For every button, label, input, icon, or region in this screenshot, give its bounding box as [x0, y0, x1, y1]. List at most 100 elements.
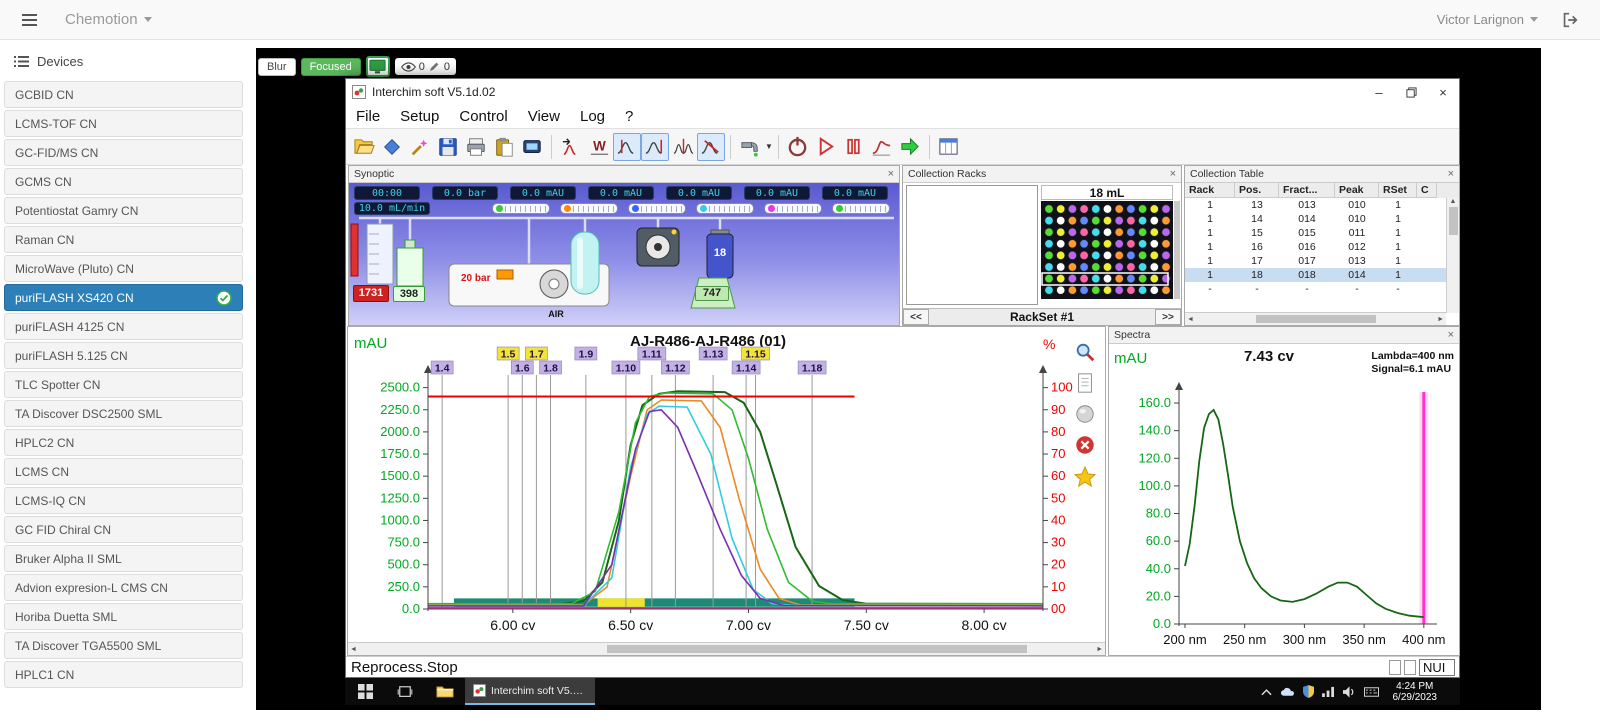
sidebar-item-lcms-tof-cn[interactable]: LCMS-TOF CN	[4, 110, 243, 137]
save-icon[interactable]	[434, 133, 462, 161]
table-row[interactable]: 1160160121	[1185, 240, 1459, 254]
print-icon[interactable]	[462, 133, 490, 161]
peak-split-icon[interactable]	[669, 133, 697, 161]
table-row[interactable]: 1130130101	[1185, 198, 1459, 212]
table-header-pos-[interactable]: Pos.	[1235, 183, 1279, 198]
sidebar-item-puriflash-xs420-cn[interactable]: puriFLASH XS420 CN	[4, 284, 243, 311]
onedrive-cloud-icon[interactable]	[1280, 687, 1295, 697]
sidebar-item-lcms-cn[interactable]: LCMS CN	[4, 458, 243, 485]
report-page-icon[interactable]	[1075, 372, 1095, 394]
brand-dropdown[interactable]: Chemotion	[65, 11, 152, 28]
rackset-next-button[interactable]: >>	[1155, 309, 1181, 325]
network-icon[interactable]	[1322, 686, 1335, 697]
sidebar-item-raman-cn[interactable]: Raman CN	[4, 226, 243, 253]
table-row[interactable]: 1140140101	[1185, 212, 1459, 226]
menu-log[interactable]: Log	[570, 108, 615, 125]
scroll-left-icon[interactable]: ◄	[350, 646, 357, 653]
table-row[interactable]: 1180180141	[1185, 268, 1459, 282]
sidebar-item-hplc1-cn[interactable]: HPLC1 CN	[4, 661, 243, 688]
close-icon[interactable]: ×	[1448, 329, 1454, 341]
sidebar-item-puriflash-5-125-cn[interactable]: puriFLASH 5.125 CN	[4, 342, 243, 369]
touch-keyboard-icon[interactable]	[1364, 687, 1379, 697]
sidebar-item-lcms-iq-cn[interactable]: LCMS-IQ CN	[4, 487, 243, 514]
start-button[interactable]	[345, 678, 385, 705]
peak-delete-icon[interactable]	[697, 133, 725, 161]
prime-dropdown-caret[interactable]: ▼	[765, 142, 773, 151]
delete-icon[interactable]	[1074, 434, 1096, 456]
sidebar-item-gcbid-cn[interactable]: GCBID CN	[4, 81, 243, 108]
spectra-plot[interactable]: 0.020.040.060.080.0100.0120.0140.0160.02…	[1109, 344, 1459, 654]
table-header-peak[interactable]: Peak	[1335, 183, 1379, 198]
menu-setup[interactable]: Setup	[390, 108, 449, 125]
next-step-icon[interactable]	[896, 133, 924, 161]
menu-file[interactable]: File	[346, 108, 390, 125]
prime-faucet-icon[interactable]	[736, 133, 764, 161]
monitor-toggle-button[interactable]	[366, 56, 390, 77]
tray-chevron-icon[interactable]	[1261, 688, 1272, 696]
pause-icon[interactable]	[840, 133, 868, 161]
scroll-up-icon[interactable]: ▲	[1450, 198, 1457, 205]
chromatogram-plot[interactable]: 0.0250.0500.0750.01000.01250.01500.01750…	[348, 327, 1105, 641]
sidebar-item-puriflash-4125-cn[interactable]: puriFLASH 4125 CN	[4, 313, 243, 340]
column-table-icon[interactable]	[935, 133, 963, 161]
restore-button[interactable]	[1395, 79, 1427, 105]
scroll-left-icon[interactable]: ◄	[1187, 316, 1194, 323]
close-icon[interactable]: ×	[1448, 168, 1454, 180]
table-header-c[interactable]: C	[1417, 183, 1437, 198]
close-icon[interactable]: ×	[888, 168, 894, 180]
sidebar-item-hplc2-cn[interactable]: HPLC2 CN	[4, 429, 243, 456]
favorite-star-icon[interactable]	[1073, 465, 1097, 489]
table-row[interactable]: -----	[1185, 282, 1459, 296]
taskbar-app-button[interactable]: Interchim soft V5.1...	[465, 678, 595, 705]
volume-icon[interactable]	[1343, 686, 1356, 698]
run-play-icon[interactable]	[812, 133, 840, 161]
blur-button[interactable]: Blur	[258, 58, 296, 76]
sidebar-item-gcms-cn[interactable]: GCMS CN	[4, 168, 243, 195]
table-row[interactable]: 1170170131	[1185, 254, 1459, 268]
user-menu[interactable]: Victor Larignon	[1437, 12, 1538, 27]
sidebar-item-ta-discover-tga5500-sml[interactable]: TA Discover TGA5500 SML	[4, 632, 243, 659]
sidebar-item-tlc-spotter-cn[interactable]: TLC Spotter CN	[4, 371, 243, 398]
file-explorer-button[interactable]	[425, 678, 465, 705]
zoom-icon[interactable]	[1074, 341, 1096, 363]
table-header-fract-[interactable]: Fract...	[1279, 183, 1335, 198]
new-method-icon[interactable]	[378, 133, 406, 161]
power-icon[interactable]	[784, 133, 812, 161]
logout-icon[interactable]	[1560, 10, 1580, 30]
table-header-rack[interactable]: Rack	[1185, 183, 1235, 198]
menu--[interactable]: ?	[615, 108, 643, 125]
window-titlebar[interactable]: Interchim soft V5.1d.02 – ×	[346, 79, 1459, 105]
table-row[interactable]: 1150150111	[1185, 226, 1459, 240]
table-vertical-scrollbar[interactable]: ▲	[1446, 198, 1459, 313]
sidebar-item-horiba-duetta-sml[interactable]: Horiba Duetta SML	[4, 603, 243, 630]
peak-start-icon[interactable]	[613, 133, 641, 161]
task-view-button[interactable]	[385, 678, 425, 705]
scroll-right-icon[interactable]: ►	[1437, 316, 1444, 323]
chromatogram-horizontal-scrollbar[interactable]: ◄ ►	[348, 642, 1105, 655]
baseline-w-icon[interactable]: W	[585, 133, 613, 161]
close-icon[interactable]: ×	[1170, 168, 1176, 180]
table-horizontal-scrollbar[interactable]: ◄ ►	[1185, 312, 1446, 325]
taskbar-clock[interactable]: 4:24 PM 6/29/2023	[1393, 681, 1438, 703]
goto-peak-icon[interactable]	[557, 133, 585, 161]
gradient-curve-icon[interactable]	[868, 133, 896, 161]
focused-button[interactable]: Focused	[301, 58, 361, 76]
sidebar-item-ta-discover-dsc2500-sml[interactable]: TA Discover DSC2500 SML	[4, 400, 243, 427]
rack-scrollbar[interactable]	[1174, 201, 1180, 299]
rackset-prev-button[interactable]: <<	[903, 309, 929, 325]
defender-shield-icon[interactable]	[1303, 685, 1314, 698]
paste-icon[interactable]	[490, 133, 518, 161]
wizard-icon[interactable]	[406, 133, 434, 161]
peak-end-icon[interactable]	[641, 133, 669, 161]
sidebar-item-advion-expresion-l-cms-cn[interactable]: Advion expresion-L CMS CN	[4, 574, 243, 601]
menu-view[interactable]: View	[518, 108, 570, 125]
table-header-rset[interactable]: RSet	[1379, 183, 1417, 198]
minimize-button[interactable]: –	[1363, 79, 1395, 105]
sidebar-item-bruker-alpha-ii-sml[interactable]: Bruker Alpha II SML	[4, 545, 243, 572]
open-method-icon[interactable]	[350, 133, 378, 161]
sidebar-item-potentiostat-gamry-cn[interactable]: Potentiostat Gamry CN	[4, 197, 243, 224]
sphere-icon[interactable]	[1074, 403, 1096, 425]
sidebar-item-gc-fid-ms-cn[interactable]: GC-FID/MS CN	[4, 139, 243, 166]
sidebar-item-gc-fid-chiral-cn[interactable]: GC FID Chiral CN	[4, 516, 243, 543]
menu-control[interactable]: Control	[449, 108, 517, 125]
